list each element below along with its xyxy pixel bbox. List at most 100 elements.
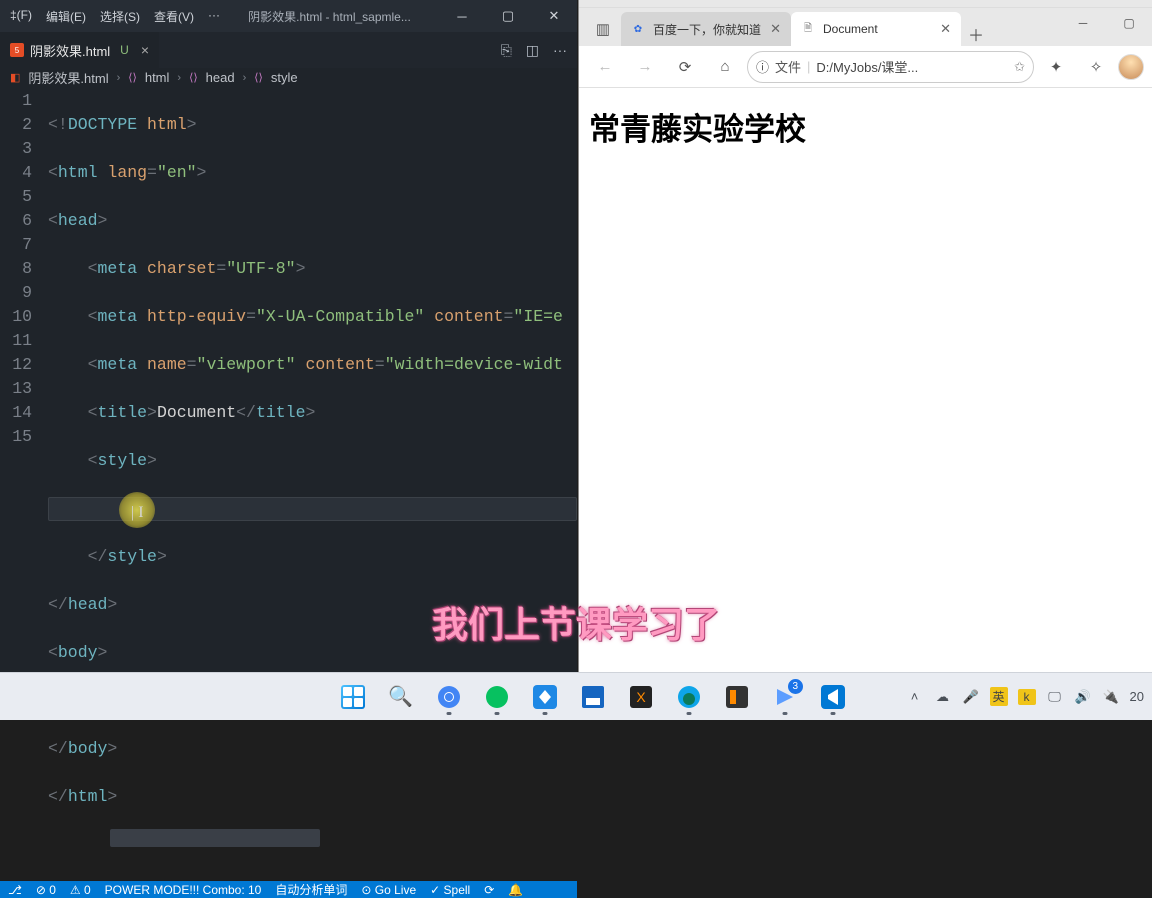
url-separator: | [807, 59, 810, 74]
ime-indicator[interactable]: 英 [990, 687, 1008, 706]
clock[interactable]: 20 [1130, 689, 1144, 704]
status-power-mode[interactable]: POWER MODE!!! Combo: 10 [105, 883, 262, 897]
menu-file[interactable]: ‡(F) [10, 8, 32, 25]
start-button[interactable] [333, 677, 373, 717]
browser-tab-baidu[interactable]: ✿ 百度一下，你就知道 ✕ [621, 12, 791, 46]
tab-filename: 阴影效果.html [30, 41, 110, 60]
browser-toolbar: ← → ⟳ ⌂ ⓘ 文件 | D:/MyJobs/课堂... ✩ ✦ ✧ [579, 46, 1152, 88]
vscode-title: 阴影效果.html - html_sapmle... [220, 8, 439, 25]
system-tray: ˄ ☁ 🎤 英 k 🖵 🔊 🔌 20 [906, 687, 1152, 706]
tag-icon: ⟨⟩ [254, 71, 263, 84]
power-icon[interactable]: 🔌 [1102, 689, 1120, 705]
editor-tab-active[interactable]: 5 阴影效果.html U × [0, 32, 159, 68]
tab-title: Document [823, 22, 878, 36]
tab-close-icon[interactable]: ✕ [770, 21, 781, 37]
browser-viewport: 常青藤实验学校 [579, 88, 1152, 672]
chevron-right-icon: › [117, 72, 121, 84]
breadcrumb-style[interactable]: style [271, 70, 298, 85]
vscode-menubar: ‡(F) 编辑(E) 选择(S) 查看(V) ··· [0, 8, 220, 25]
search-icon[interactable]: 🔍 [381, 677, 421, 717]
split-editor-icon[interactable]: ◫ [526, 42, 539, 59]
profile-avatar[interactable] [1118, 54, 1144, 80]
edge-browser-window: ▥ ✿ 百度一下，你就知道 ✕ 🗎 Document ✕ ＋ ─ ▢ ← → ⟳… [578, 0, 1152, 672]
tab-close-icon[interactable]: × [141, 42, 149, 58]
breadcrumb-file[interactable]: 阴影效果.html [28, 68, 108, 87]
browser-top-strip [579, 0, 1152, 8]
status-analyze[interactable]: 自动分析单词 [275, 881, 347, 898]
text-cursor: | I [131, 501, 144, 525]
more-actions-icon[interactable]: ··· [553, 42, 567, 59]
vscode-window: ‡(F) 编辑(E) 选择(S) 查看(V) ··· 阴影效果.html - h… [0, 0, 577, 672]
status-bell-icon[interactable]: 🔔 [508, 883, 523, 897]
home-button[interactable]: ⌂ [707, 49, 743, 85]
new-tab-button[interactable]: ＋ [961, 22, 991, 46]
code-editor[interactable]: 123456789101112131415 <!DOCTYPE html> <h… [0, 87, 577, 881]
menu-more[interactable]: ··· [208, 8, 220, 25]
breadcrumb-html[interactable]: html [145, 70, 170, 85]
menu-select[interactable]: 选择(S) [100, 8, 140, 25]
line-gutter: 123456789101112131415 [0, 87, 48, 881]
xampp-icon[interactable]: X [621, 677, 661, 717]
app-icon-blue[interactable] [525, 677, 565, 717]
info-icon[interactable]: ⓘ [756, 57, 769, 76]
minimize-button[interactable]: ─ [439, 0, 485, 32]
svg-text:X: X [636, 689, 646, 705]
active-line[interactable]: | I [48, 497, 577, 521]
status-golive[interactable]: ⊙ Go Live [361, 883, 416, 897]
code-area[interactable]: <!DOCTYPE html> <html lang="en"> <head> … [48, 87, 577, 881]
menu-view[interactable]: 查看(V) [154, 8, 194, 25]
minimize-button[interactable]: ─ [1060, 8, 1106, 38]
compare-icon[interactable]: ⎘ [501, 42, 512, 59]
chrome-icon[interactable] [429, 677, 469, 717]
extensions-icon[interactable]: ✦ [1038, 49, 1074, 85]
tab-actions-icon[interactable]: ▥ [585, 12, 621, 46]
status-spell[interactable]: ✓ Spell [430, 883, 470, 897]
back-button[interactable]: ← [587, 49, 623, 85]
page-heading: 常青藤实验学校 [589, 104, 1142, 149]
vscode-titlebar: ‡(F) 编辑(E) 选择(S) 查看(V) ··· 阴影效果.html - h… [0, 0, 577, 32]
forward-button[interactable]: → [627, 49, 663, 85]
chevron-right-icon: › [243, 72, 247, 84]
menu-edit[interactable]: 编辑(E) [46, 8, 86, 25]
remote-icon[interactable]: ⎇ [8, 883, 22, 897]
html-file-icon: ◧ [10, 71, 20, 84]
status-sync-icon[interactable]: ⟳ [484, 883, 494, 897]
url-path: D:/MyJobs/课堂... [816, 57, 918, 76]
vscode-statusbar: ⎇ ⊘ 0 ⚠ 0 POWER MODE!!! Combo: 10 自动分析单词… [0, 881, 577, 898]
app-icon-dark[interactable] [717, 677, 757, 717]
vscode-icon[interactable] [813, 677, 853, 717]
maximize-button[interactable]: ▢ [1106, 8, 1152, 38]
status-warnings[interactable]: ⚠ 0 [70, 883, 91, 897]
tab-close-icon[interactable]: ✕ [940, 21, 951, 37]
document-favicon-icon: 🗎 [801, 22, 815, 36]
mic-icon[interactable]: 🎤 [962, 689, 980, 705]
onedrive-icon[interactable]: ☁ [934, 689, 952, 705]
tab-title: 百度一下，你就知道 [653, 21, 761, 38]
maximize-button[interactable]: ▢ [485, 0, 531, 32]
close-button[interactable]: ✕ [531, 0, 577, 32]
browser-tab-bar: ▥ ✿ 百度一下，你就知道 ✕ 🗎 Document ✕ ＋ ─ ▢ [579, 8, 1152, 46]
html-file-icon: 5 [10, 43, 24, 57]
ime-k-icon[interactable]: k [1018, 689, 1036, 705]
baidu-favicon-icon: ✿ [631, 22, 645, 36]
chevron-up-icon[interactable]: ˄ [906, 689, 924, 704]
breadcrumb-head[interactable]: head [206, 70, 235, 85]
status-errors[interactable]: ⊘ 0 [36, 883, 56, 897]
refresh-button[interactable]: ⟳ [667, 49, 703, 85]
edge-icon[interactable] [669, 677, 709, 717]
save-icon[interactable] [573, 677, 613, 717]
collections-icon[interactable]: ✧ [1078, 49, 1114, 85]
vscode-tab-bar: 5 阴影效果.html U × ⎘ ◫ ··· [0, 32, 577, 68]
address-bar[interactable]: ⓘ 文件 | D:/MyJobs/课堂... ✩ [747, 51, 1034, 83]
volume-icon[interactable]: 🔊 [1074, 689, 1092, 705]
windows-taskbar: 🔍 X 3 ˄ ☁ 🎤 英 k 🖵 🔊 🔌 20 [0, 672, 1152, 720]
wechat-icon[interactable] [477, 677, 517, 717]
favorites-icon[interactable]: ✩ [1014, 59, 1025, 75]
vs-icon[interactable]: 3 [765, 677, 805, 717]
horizontal-scrollbar[interactable] [110, 829, 320, 847]
git-status-badge: U [120, 43, 129, 57]
browser-tab-document[interactable]: 🗎 Document ✕ [791, 12, 961, 46]
url-scheme-label: 文件 [775, 57, 801, 76]
battery-icon[interactable]: 🖵 [1046, 689, 1064, 705]
taskbar-center: 🔍 X 3 [280, 677, 906, 717]
